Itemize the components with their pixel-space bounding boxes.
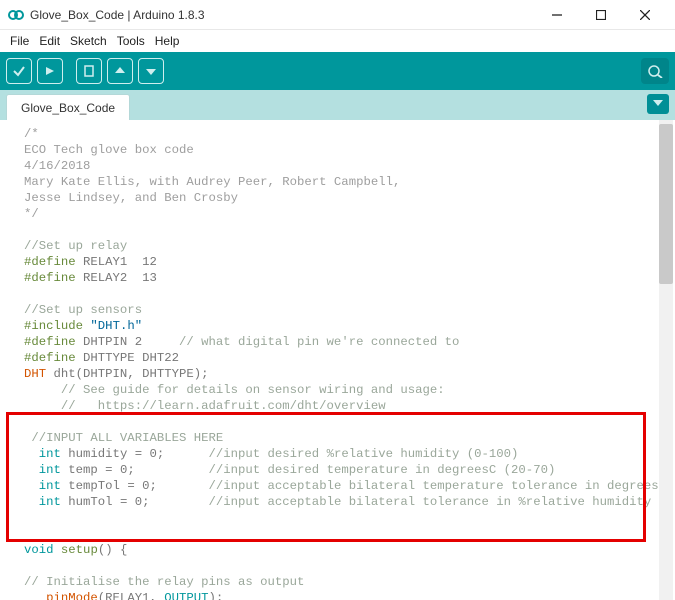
code-editor[interactable]: /* ECO Tech glove box code 4/16/2018 Mar… [0,120,675,600]
menu-bar: File Edit Sketch Tools Help [0,30,675,52]
open-sketch-button[interactable] [107,58,133,84]
sketch-tab-label: Glove_Box_Code [21,101,115,115]
sketch-tab[interactable]: Glove_Box_Code [6,94,130,120]
toolbar [0,52,675,90]
upload-button[interactable] [37,58,63,84]
window-close-button[interactable] [623,1,667,29]
window-maximize-button[interactable] [579,1,623,29]
code-content: /* ECO Tech glove box code 4/16/2018 Mar… [0,120,675,600]
window-minimize-button[interactable] [535,1,579,29]
tab-bar: Glove_Box_Code [0,90,675,120]
window-title: Glove_Box_Code | Arduino 1.8.3 [30,8,535,22]
menu-file[interactable]: File [10,34,29,48]
menu-sketch[interactable]: Sketch [70,34,107,48]
menu-tools[interactable]: Tools [117,34,145,48]
new-sketch-button[interactable] [76,58,102,84]
tab-menu-button[interactable] [647,94,669,114]
verify-button[interactable] [6,58,32,84]
window-titlebar: Glove_Box_Code | Arduino 1.8.3 [0,0,675,30]
save-sketch-button[interactable] [138,58,164,84]
scroll-thumb[interactable] [659,124,673,284]
arduino-app-icon [8,7,24,23]
menu-edit[interactable]: Edit [39,34,60,48]
serial-monitor-button[interactable] [641,58,669,84]
vertical-scrollbar[interactable] [659,120,673,600]
menu-help[interactable]: Help [155,34,180,48]
